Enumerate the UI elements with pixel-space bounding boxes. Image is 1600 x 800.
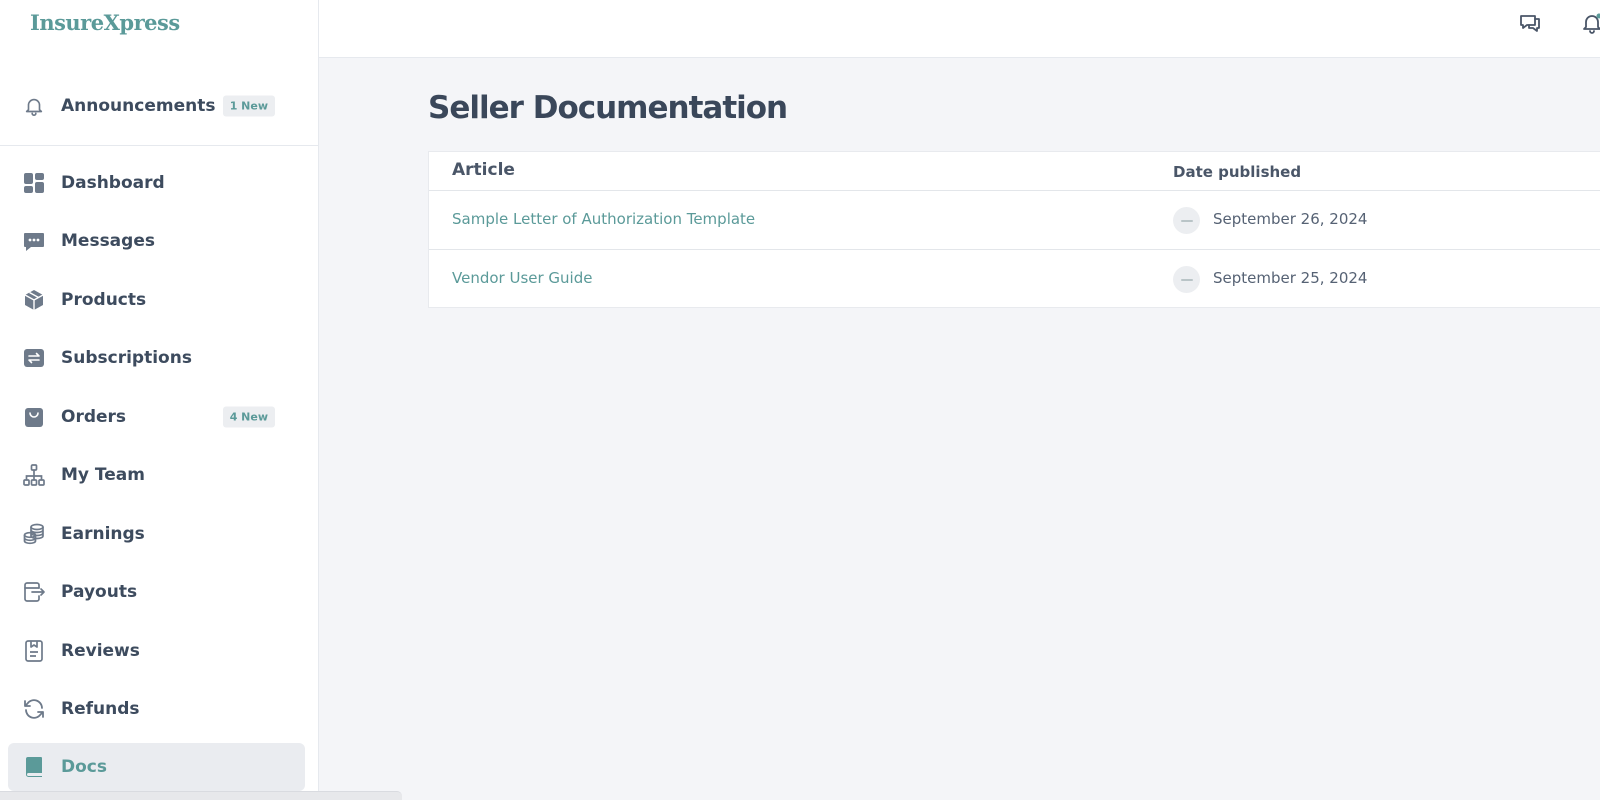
horizontal-scrollbar[interactable] bbox=[0, 791, 402, 800]
coins-icon bbox=[21, 521, 47, 547]
payout-icon bbox=[21, 579, 47, 605]
sidebar-item-label: Refunds bbox=[61, 699, 140, 719]
new-badge: 1 New bbox=[222, 95, 275, 117]
sidebar-item-announcements[interactable]: Announcements 1 New bbox=[8, 82, 305, 130]
sidebar-item-label: Products bbox=[61, 290, 147, 310]
divider bbox=[0, 145, 319, 146]
sidebar-item-label: Payouts bbox=[61, 582, 138, 602]
sidebar-item-label: Earnings bbox=[61, 524, 145, 544]
sidebar-item-reviews[interactable]: Reviews bbox=[8, 627, 305, 675]
sidebar-item-label: Docs bbox=[61, 757, 107, 777]
sidebar-item-refunds[interactable]: Refunds bbox=[8, 685, 305, 733]
sidebar-item-subscriptions[interactable]: Subscriptions bbox=[8, 334, 305, 382]
refresh-icon bbox=[21, 696, 47, 722]
sidebar-item-docs[interactable]: Docs bbox=[8, 743, 305, 791]
table-row: Sample Letter of Authorization Template … bbox=[429, 190, 1600, 249]
sidebar-item-label: Messages bbox=[61, 231, 155, 251]
repeat-icon bbox=[21, 345, 47, 371]
app-logo[interactable]: InsureXpress bbox=[30, 10, 180, 35]
date-published: September 25, 2024 bbox=[1213, 269, 1368, 287]
page-title: Seller Documentation bbox=[428, 90, 788, 126]
notification-bell-icon[interactable] bbox=[1579, 10, 1600, 36]
chat-icon[interactable] bbox=[1517, 10, 1543, 36]
column-header-date-published: Date published bbox=[1173, 163, 1302, 181]
top-header bbox=[319, 0, 1600, 58]
sidebar-item-products[interactable]: Products bbox=[8, 276, 305, 324]
article-link[interactable]: Vendor User Guide bbox=[452, 269, 592, 287]
sidebar-item-label: Subscriptions bbox=[61, 348, 192, 368]
sidebar-item-dashboard[interactable]: Dashboard bbox=[8, 159, 305, 207]
sidebar-item-my-team[interactable]: My Team bbox=[8, 451, 305, 499]
sidebar-item-earnings[interactable]: Earnings bbox=[8, 510, 305, 558]
message-icon bbox=[21, 228, 47, 254]
sidebar-item-label: Announcements bbox=[61, 96, 216, 116]
sidebar: InsureXpress Announcements 1 New Dashboa… bbox=[0, 0, 319, 800]
date-published: September 26, 2024 bbox=[1213, 210, 1368, 228]
column-header-article: Article bbox=[452, 160, 515, 180]
box-icon bbox=[21, 287, 47, 313]
bell-icon bbox=[21, 93, 47, 119]
sidebar-item-payouts[interactable]: Payouts bbox=[8, 568, 305, 616]
sidebar-item-label: Reviews bbox=[61, 641, 140, 661]
sidebar-item-messages[interactable]: Messages bbox=[8, 217, 305, 265]
shopping-bag-icon bbox=[21, 404, 47, 430]
article-link[interactable]: Sample Letter of Authorization Template bbox=[452, 210, 755, 228]
sidebar-item-label: Orders bbox=[61, 407, 127, 427]
author-avatar bbox=[1173, 207, 1200, 234]
sidebar-item-label: Dashboard bbox=[61, 173, 165, 193]
table-row: Vendor User Guide September 25, 2024 bbox=[429, 249, 1600, 308]
org-chart-icon bbox=[21, 462, 47, 488]
review-icon bbox=[21, 638, 47, 664]
book-icon bbox=[21, 754, 47, 780]
articles-table: Article Date published Sample Letter of … bbox=[428, 151, 1600, 308]
dashboard-icon bbox=[21, 170, 47, 196]
sidebar-item-label: My Team bbox=[61, 465, 145, 485]
author-avatar bbox=[1173, 266, 1200, 293]
new-badge: 4 New bbox=[222, 406, 275, 428]
sidebar-item-orders[interactable]: Orders 4 New bbox=[8, 393, 305, 441]
